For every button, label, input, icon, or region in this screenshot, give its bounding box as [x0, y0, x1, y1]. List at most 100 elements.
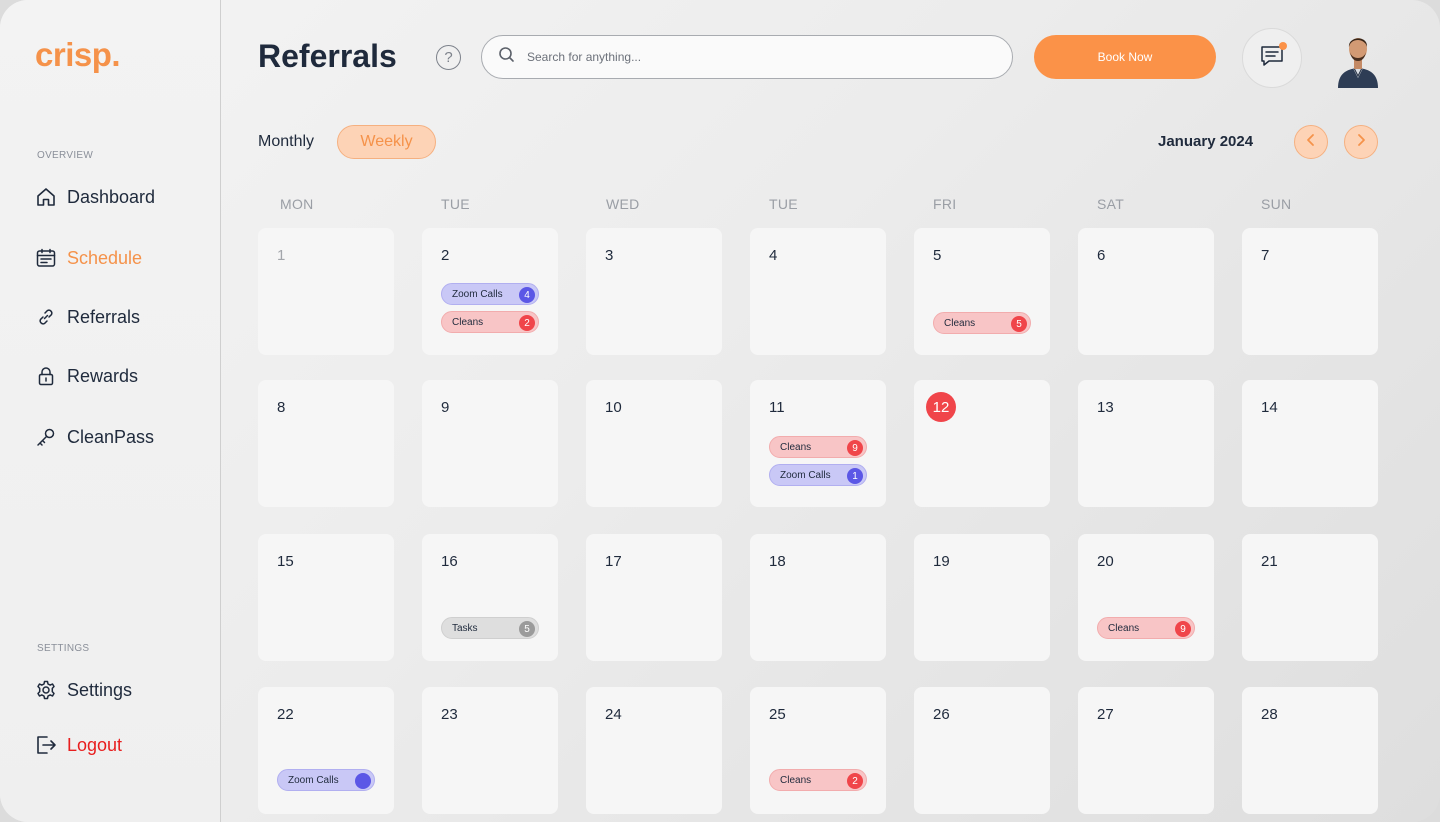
- day-number: 18: [769, 553, 786, 570]
- calendar-day-cell[interactable]: 5 Cleans 5: [914, 228, 1050, 355]
- event-label: Cleans: [1108, 622, 1140, 634]
- calendar-day-cell[interactable]: 6: [1078, 228, 1214, 355]
- help-icon[interactable]: ?: [436, 45, 461, 70]
- day-number: 23: [441, 706, 458, 723]
- calendar-day-cell[interactable]: 20 Cleans 9: [1078, 534, 1214, 661]
- app-window: crisp. OVERVIEW Dashboard Schedule Refer…: [0, 0, 1440, 822]
- sidebar-item-label: CleanPass: [67, 426, 155, 447]
- event-pill-clean[interactable]: Cleans 9: [1097, 617, 1195, 639]
- day-number: 28: [1261, 706, 1278, 723]
- sidebar-item-label: Referrals: [67, 306, 141, 327]
- event-pill-task[interactable]: Tasks 5: [441, 617, 539, 639]
- calendar-day-cell[interactable]: 8: [258, 380, 394, 507]
- monthly-toggle[interactable]: Monthly: [258, 133, 314, 151]
- event-pill-clean[interactable]: Cleans 2: [769, 769, 867, 791]
- sidebar-item-referrals[interactable]: Referrals: [35, 303, 140, 331]
- calendar-day-cell[interactable]: 12: [914, 380, 1050, 507]
- calendar-day-cell[interactable]: 26: [914, 687, 1050, 814]
- event-count-badge: 9: [1175, 621, 1191, 637]
- day-number: 9: [441, 399, 450, 416]
- weekday-header: WED: [606, 196, 640, 212]
- event-label: Cleans: [944, 317, 976, 329]
- calendar-day-cell[interactable]: 14: [1242, 380, 1378, 507]
- sidebar: crisp. OVERVIEW Dashboard Schedule Refer…: [0, 0, 221, 822]
- key-icon: [35, 426, 57, 448]
- calendar-day-cell[interactable]: 27: [1078, 687, 1214, 814]
- day-number: 15: [277, 553, 294, 570]
- calendar-day-cell[interactable]: 15: [258, 534, 394, 661]
- event-count-badge: 1: [847, 468, 863, 484]
- day-number: 17: [605, 553, 622, 570]
- avatar[interactable]: [1334, 26, 1382, 88]
- sidebar-item-cleanpass[interactable]: CleanPass: [35, 423, 154, 451]
- day-number: 26: [933, 706, 950, 723]
- lock-icon: [35, 365, 57, 387]
- calendar-day-cell[interactable]: 28: [1242, 687, 1378, 814]
- calendar-day-cell[interactable]: 1: [258, 228, 394, 355]
- calendar-day-cell[interactable]: 19: [914, 534, 1050, 661]
- sidebar-item-schedule[interactable]: Schedule: [35, 244, 142, 272]
- event-label: Zoom Calls: [780, 469, 831, 481]
- event-label: Cleans: [452, 316, 484, 328]
- event-label: Tasks: [452, 622, 478, 634]
- calendar-day-cell[interactable]: 11 Cleans 9 Zoom Calls 1: [750, 380, 886, 507]
- chevron-left-icon: [1305, 133, 1317, 152]
- day-number: 4: [769, 247, 778, 264]
- event-pill-zoom[interactable]: Zoom Calls 4: [441, 283, 539, 305]
- weekday-header: MON: [280, 196, 314, 212]
- calendar-day-cell[interactable]: 22 Zoom Calls: [258, 687, 394, 814]
- sidebar-item-rewards[interactable]: Rewards: [35, 362, 138, 390]
- calendar-day-cell[interactable]: 7: [1242, 228, 1378, 355]
- day-number: 22: [277, 706, 294, 723]
- logout-icon: [35, 734, 57, 756]
- event-pill-zoom[interactable]: Zoom Calls: [277, 769, 375, 791]
- home-icon: [35, 186, 57, 208]
- calendar-day-cell[interactable]: 17: [586, 534, 722, 661]
- event-count-badge: 4: [519, 287, 535, 303]
- event-count-badge: 2: [847, 773, 863, 789]
- event-count-badge: 2: [519, 315, 535, 331]
- calendar-day-cell[interactable]: 24: [586, 687, 722, 814]
- event-count-badge: [355, 773, 371, 789]
- weekly-toggle[interactable]: Weekly: [337, 125, 436, 159]
- weekday-header: TUE: [769, 196, 798, 212]
- day-number: 14: [1261, 399, 1278, 416]
- day-number: 20: [1097, 553, 1114, 570]
- event-pill-zoom[interactable]: Zoom Calls 1: [769, 464, 867, 486]
- day-number: 24: [605, 706, 622, 723]
- messages-button[interactable]: [1242, 28, 1302, 88]
- calendar-day-cell[interactable]: 2 Zoom Calls 4 Cleans 2: [422, 228, 558, 355]
- sidebar-item-label: Rewards: [67, 365, 139, 386]
- event-pill-clean[interactable]: Cleans 9: [769, 436, 867, 458]
- event-pill-clean[interactable]: Cleans 5: [933, 312, 1031, 334]
- search-input[interactable]: [527, 50, 967, 64]
- search-icon: [498, 46, 527, 68]
- calendar-day-cell[interactable]: 16 Tasks 5: [422, 534, 558, 661]
- sidebar-item-settings[interactable]: Settings: [35, 676, 132, 704]
- calendar-day-cell[interactable]: 23: [422, 687, 558, 814]
- calendar-day-cell[interactable]: 9: [422, 380, 558, 507]
- sidebar-item-label: Dashboard: [67, 186, 156, 207]
- day-number: 7: [1261, 247, 1270, 264]
- sidebar-item-dashboard[interactable]: Dashboard: [35, 183, 155, 211]
- calendar-icon: [35, 247, 57, 269]
- link-icon: [35, 306, 57, 328]
- day-number: 5: [933, 247, 942, 264]
- calendar-day-cell[interactable]: 10: [586, 380, 722, 507]
- chevron-right-icon: [1355, 133, 1367, 152]
- calendar-day-cell[interactable]: 25 Cleans 2: [750, 687, 886, 814]
- calendar-day-cell[interactable]: 4: [750, 228, 886, 355]
- event-label: Zoom Calls: [452, 288, 503, 300]
- sidebar-item-logout[interactable]: Logout: [35, 731, 122, 759]
- calendar-day-cell[interactable]: 13: [1078, 380, 1214, 507]
- event-pill-clean[interactable]: Cleans 2: [441, 311, 539, 333]
- page-title: Referrals: [258, 38, 397, 74]
- book-now-button[interactable]: Book Now: [1034, 35, 1216, 79]
- calendar-day-cell[interactable]: 3: [586, 228, 722, 355]
- previous-month-button[interactable]: [1294, 125, 1328, 159]
- day-number: 27: [1097, 706, 1114, 723]
- day-number: 25: [769, 706, 786, 723]
- calendar-day-cell[interactable]: 18: [750, 534, 886, 661]
- calendar-day-cell[interactable]: 21: [1242, 534, 1378, 661]
- next-month-button[interactable]: [1344, 125, 1378, 159]
